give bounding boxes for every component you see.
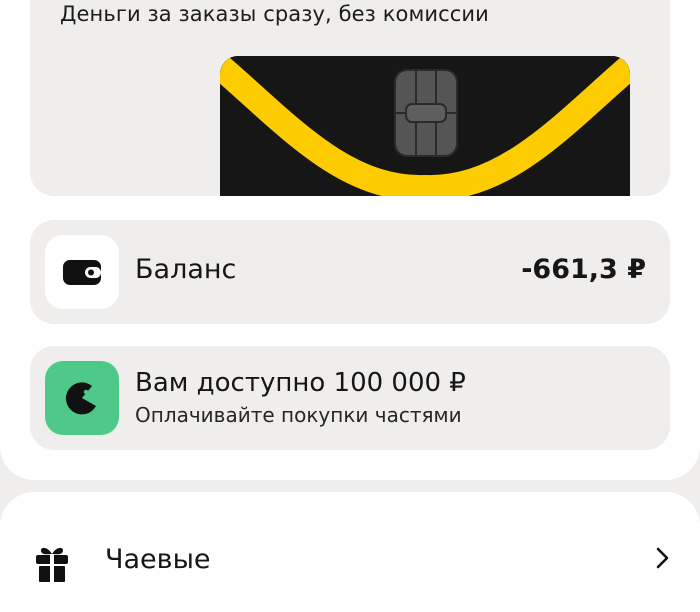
chip-icon <box>394 69 458 157</box>
wallet-sheet: Деньги за заказы сразу, без комиссии Бал… <box>0 0 700 480</box>
balance-row[interactable]: Баланс -661,3 ₽ <box>30 220 670 324</box>
wallet-icon <box>45 235 119 309</box>
gift-icon <box>32 542 72 582</box>
chevron-right-icon <box>652 546 672 570</box>
split-pay-icon <box>45 361 119 435</box>
credit-limit-title: Вам доступно 100 000 ₽ <box>135 368 466 398</box>
balance-label: Баланс <box>135 254 237 285</box>
tips-label: Чаевые <box>105 544 211 575</box>
tips-menu-item[interactable]: Чаевые <box>0 492 700 582</box>
split-pay-row[interactable]: Вам доступно 100 000 ₽ Оплачивайте покуп… <box>30 346 670 450</box>
balance-value: -661,3 ₽ <box>521 254 646 285</box>
credit-limit-subtitle: Оплачивайте покупки частями <box>135 403 462 427</box>
bank-card-image <box>220 56 630 196</box>
menu-sheet: Чаевые <box>0 492 700 612</box>
promo-card[interactable]: Деньги за заказы сразу, без комиссии <box>30 0 670 196</box>
promo-text: Деньги за заказы сразу, без комиссии <box>60 2 489 26</box>
card-art <box>220 56 630 196</box>
